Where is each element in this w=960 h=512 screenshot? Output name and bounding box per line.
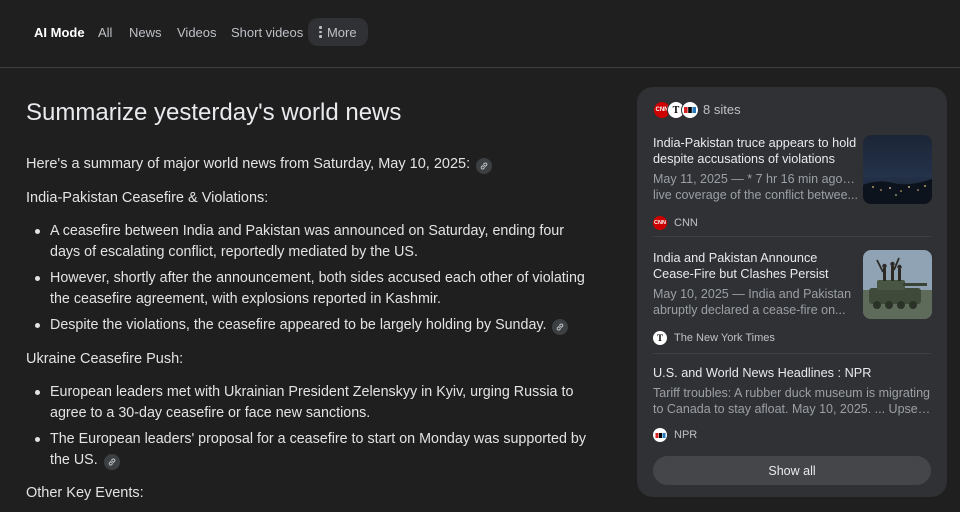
source-card[interactable]: India-Pakistan truce appears to hold des… xyxy=(653,135,932,235)
divider xyxy=(653,353,931,354)
sources-panel: CNN T 8 sites India-Pakistan truce appea… xyxy=(637,87,947,497)
divider xyxy=(653,236,931,237)
list-item: The European leaders' proposal for a cea… xyxy=(35,429,590,470)
tab-short-videos[interactable]: Short videos xyxy=(231,24,303,42)
show-all-button[interactable]: Show all xyxy=(653,456,931,485)
tab-ai-mode[interactable]: AI Mode xyxy=(34,24,85,42)
more-button[interactable]: More xyxy=(308,18,368,46)
list-item: However, shortly after the announcement,… xyxy=(35,268,590,309)
sites-count[interactable]: 8 sites xyxy=(703,102,741,117)
cnn-favicon-icon: CNN xyxy=(653,216,667,230)
source-snippet: May 11, 2025 — * 7 hr 16 min ago. Our li… xyxy=(653,172,858,202)
source-snippet: May 10, 2025 — India and Pakistan abrupt… xyxy=(653,287,852,317)
source-card[interactable]: U.S. and World News Headlines : NPR Tari… xyxy=(653,365,931,445)
source-title[interactable]: India-Pakistan truce appears to hold des… xyxy=(653,135,858,167)
list-item: Despite the violations, the ceasefire ap… xyxy=(35,315,590,336)
more-vert-icon xyxy=(319,26,322,38)
source-title[interactable]: India and Pakistan Announce Cease-Fire b… xyxy=(653,250,858,282)
npr-favicon-icon xyxy=(653,428,667,442)
npr-logo-icon xyxy=(681,101,699,119)
section-heading: India-Pakistan Ceasefire & Violations: xyxy=(26,190,269,206)
tab-videos[interactable]: Videos xyxy=(177,24,217,42)
section-heading: Other Key Events: xyxy=(26,485,144,501)
source-card[interactable]: India and Pakistan Announce Cease-Fire b… xyxy=(653,250,932,350)
source-thumbnail[interactable] xyxy=(863,250,932,319)
search-mode-tabs: AI Mode All News Videos Short videos Mor… xyxy=(0,0,960,68)
source-thumbnail[interactable] xyxy=(863,135,932,204)
source-site: T The New York Times xyxy=(653,331,775,345)
section-heading: Ukraine Ceasefire Push: xyxy=(26,351,184,367)
citation-link-icon[interactable] xyxy=(552,319,569,335)
list-item: European leaders met with Ukrainian Pres… xyxy=(35,382,590,423)
source-title[interactable]: U.S. and World News Headlines : NPR xyxy=(653,365,931,381)
nyt-favicon-icon: T xyxy=(653,331,667,345)
tab-all[interactable]: All xyxy=(98,24,112,42)
tab-news[interactable]: News xyxy=(129,24,162,42)
source-site: CNN CNN xyxy=(653,216,698,230)
query-title: Summarize yesterday's world news xyxy=(26,99,402,126)
source-site: NPR xyxy=(653,428,697,442)
citation-link-icon[interactable] xyxy=(476,158,493,174)
list-item: A ceasefire between India and Pakistan w… xyxy=(35,221,590,262)
intro-text: Here's a summary of major world news fro… xyxy=(26,154,493,174)
more-label: More xyxy=(326,24,357,40)
source-snippet: Tariff troubles: A rubber duck museum is… xyxy=(653,386,931,416)
citation-link-icon[interactable] xyxy=(103,453,120,470)
